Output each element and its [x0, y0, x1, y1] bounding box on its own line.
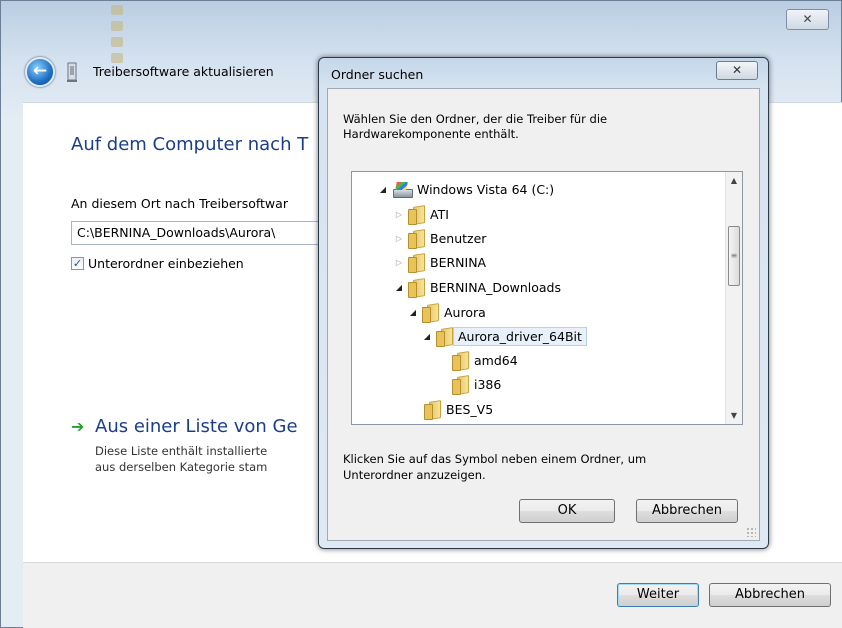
folder-icon — [452, 376, 468, 395]
dialog-title: Ordner suchen — [331, 67, 424, 82]
back-button[interactable]: ← — [25, 57, 55, 87]
tree-item-bernina[interactable]: ▷ BERNINA — [392, 251, 486, 273]
tree-item-drive[interactable]: ◢ Windows Vista 64 (C:) — [376, 178, 554, 200]
scrollbar-thumb[interactable]: ≡ — [728, 226, 740, 286]
tree-item-label: Aurora — [444, 304, 486, 320]
expanded-arrow-icon[interactable]: ◢ — [392, 283, 406, 292]
tree-item-label: Benutzer — [430, 230, 487, 246]
tree-item-label: BES_V5 — [446, 401, 494, 417]
tree-item-label: BERNINA_Downloads — [430, 279, 561, 295]
expanded-arrow-icon[interactable]: ◢ — [376, 185, 390, 194]
desc-line-1: Diese Liste enthält installierte — [95, 444, 268, 458]
wizard-footer: Weiter Abbrechen — [23, 562, 842, 628]
ok-button[interactable]: OK — [519, 499, 615, 523]
collapsed-arrow-icon[interactable]: ▷ — [392, 258, 406, 267]
location-label: An diesem Ort nach Treibersoftwar — [71, 196, 288, 211]
wizard-title: Treibersoftware aktualisieren — [93, 64, 274, 79]
expanded-arrow-icon[interactable]: ◢ — [406, 308, 420, 317]
choose-from-list-description: Diese Liste enthält installierte aus der… — [95, 443, 267, 475]
dialog-close-button[interactable]: ✕ — [716, 61, 758, 80]
folder-icon — [424, 401, 440, 420]
wizard-close-button[interactable]: ✕ — [786, 9, 829, 30]
dialog-body: Wählen Sie den Ordner, der die Treiber f… — [327, 88, 760, 541]
tree-item-label: amd64 — [474, 352, 518, 368]
folder-icon — [452, 352, 468, 371]
dialog-cancel-button[interactable]: Abbrechen — [636, 499, 738, 523]
expanded-arrow-icon[interactable]: ◢ — [420, 332, 434, 341]
scroll-up-arrow-icon[interactable]: ▲ — [726, 172, 742, 189]
resize-grip-icon[interactable] — [746, 527, 756, 537]
choose-from-list-title[interactable]: Aus einer Liste von Ge — [95, 416, 298, 437]
folder-icon — [436, 328, 452, 347]
desc-line-2: aus derselben Kategorie stam — [95, 460, 268, 474]
scroll-down-arrow-icon[interactable]: ▼ — [726, 407, 742, 424]
collapsed-arrow-icon[interactable]: ▷ — [392, 234, 406, 243]
tree-item-label: ATI — [430, 206, 449, 222]
include-subfolders-checkbox-row[interactable]: ✓ Unterordner einbeziehen — [71, 256, 244, 271]
folder-icon — [408, 206, 424, 225]
browse-folder-dialog: Ordner suchen ✕ Wählen Sie den Ordner, d… — [318, 57, 769, 549]
include-subfolders-checkbox[interactable]: ✓ — [71, 257, 84, 270]
tree-item-aurora[interactable]: ◢ Aurora — [406, 301, 486, 323]
folder-icon — [408, 279, 424, 298]
tree-item-label: i386 — [474, 376, 502, 392]
tree-item-bernina-downloads[interactable]: ◢ BERNINA_Downloads — [392, 276, 561, 298]
folder-icon — [408, 254, 424, 273]
dialog-hint: Klicken Sie auf das Symbol neben einem O… — [343, 452, 647, 482]
dialog-instruction: Wählen Sie den Ordner, der die Treiber f… — [343, 112, 608, 141]
tree-item-label: BERNINA — [430, 254, 487, 270]
page-heading: Auf dem Computer nach T — [71, 134, 309, 155]
tree-item-amd64[interactable]: amd64 — [436, 349, 518, 371]
include-subfolders-label: Unterordner einbeziehen — [88, 256, 244, 271]
device-icon — [67, 62, 77, 82]
folder-icon — [422, 304, 438, 323]
tree-item-bes-v5[interactable]: BES_V5 — [408, 398, 493, 420]
next-button[interactable]: Weiter — [617, 583, 699, 607]
tree-item-aurora-driver-64bit[interactable]: ◢ Aurora_driver_64Bit — [420, 325, 587, 347]
tree-item-ati[interactable]: ▷ ATI — [392, 203, 449, 225]
background-window-blur — [111, 1, 341, 96]
tree-item-benutzer[interactable]: ▷ Benutzer — [392, 227, 486, 249]
folder-icon — [408, 230, 424, 249]
tree-scrollbar[interactable]: ▲ ≡ ▼ — [725, 172, 742, 424]
path-input[interactable]: C:\BERNINA_Downloads\Aurora\ — [71, 221, 321, 245]
tree-item-i386[interactable]: i386 — [436, 373, 501, 395]
tree-item-label: Aurora_driver_64Bit — [453, 326, 587, 346]
collapsed-arrow-icon[interactable]: ▷ — [392, 210, 406, 219]
wizard-cancel-button[interactable]: Abbrechen — [709, 583, 831, 607]
folder-tree[interactable]: ◢ Windows Vista 64 (C:) ▷ ATI ▷ Benutzer… — [351, 171, 743, 425]
tree-item-label: Windows Vista 64 (C:) — [417, 181, 555, 197]
drive-icon — [392, 181, 413, 198]
green-arrow-icon: ➔ — [71, 417, 85, 436]
